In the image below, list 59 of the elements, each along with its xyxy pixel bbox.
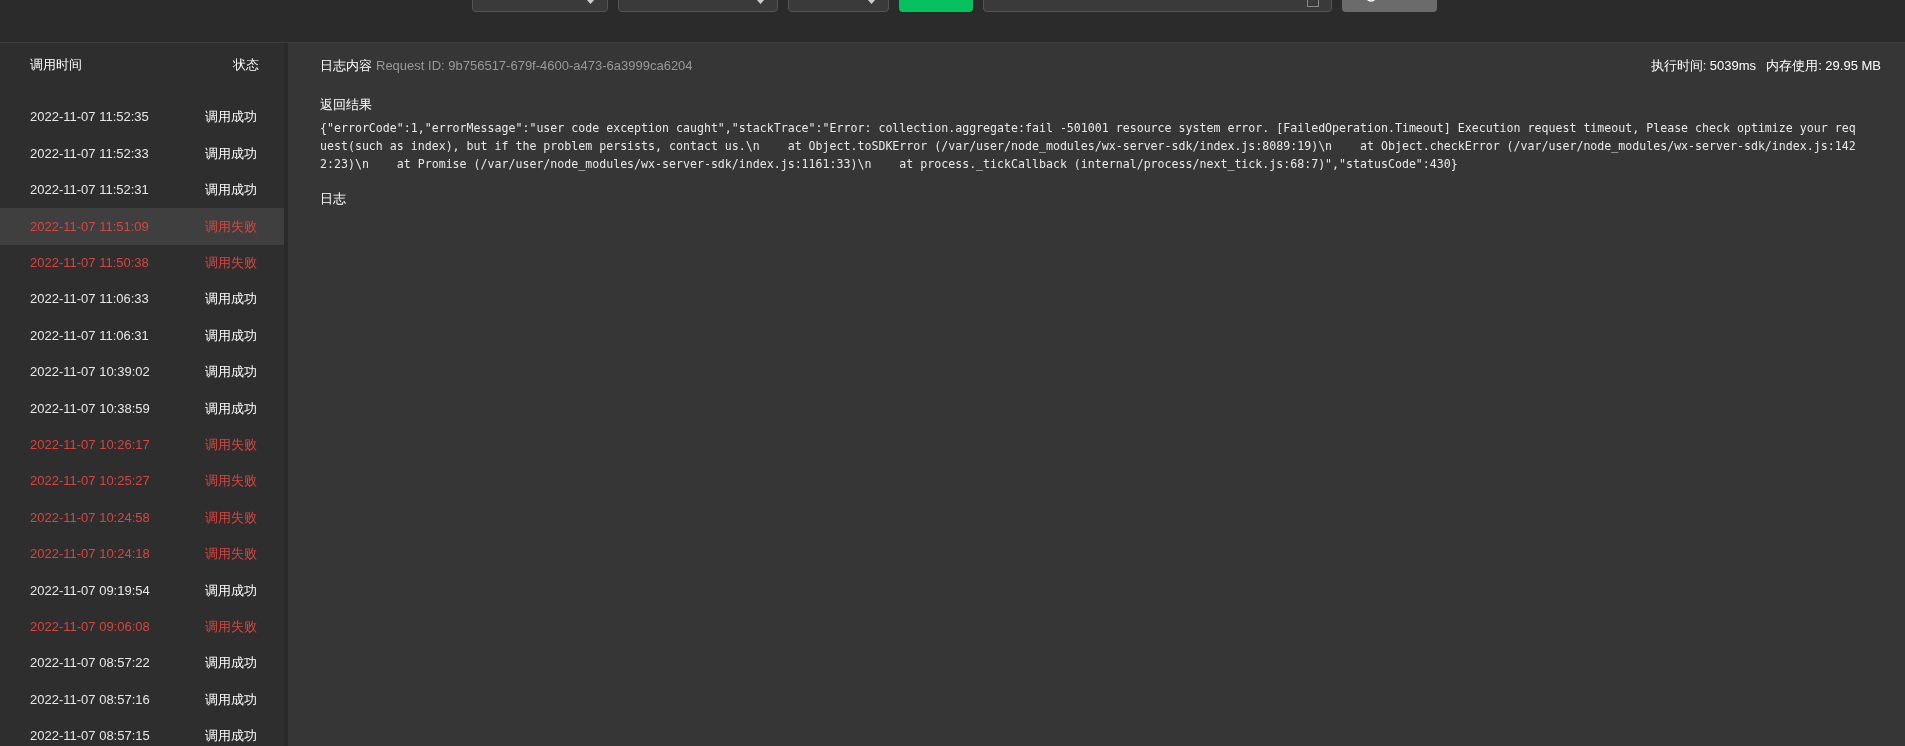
call-status: 调用成功 (205, 108, 257, 127)
call-status: 调用成功 (205, 144, 257, 163)
call-status: 调用成功 (205, 181, 257, 200)
call-time: 2022-11-07 10:24:58 (30, 508, 150, 527)
section-heading: 返回结果 (320, 96, 373, 114)
log-list-row[interactable]: 2022-11-07 09:19:54 调用成功 (0, 572, 288, 609)
call-time: 2022-11-07 11:06:31 (30, 326, 149, 345)
call-time: 2022-11-07 11:52:33 (30, 144, 149, 163)
call-time: 2022-11-07 09:06:08 (30, 617, 150, 636)
call-time: 2022-11-07 11:52:35 (30, 108, 149, 127)
call-time: 2022-11-07 10:25:27 (30, 472, 150, 491)
call-time: 2022-11-07 09:19:54 (30, 581, 150, 600)
log-list-row[interactable]: 2022-11-07 11:52:35 调用成功 (0, 99, 288, 136)
memory-usage: 内存使用: 29.95 MB (1766, 57, 1881, 76)
log-list-row[interactable]: 2022-11-07 08:57:15 调用成功 (0, 717, 288, 746)
call-status: 调用成功 (205, 290, 257, 309)
call-status: 调用失败 (205, 617, 257, 636)
log-list-row[interactable]: 2022-11-07 10:38:59 调用成功 (0, 390, 288, 427)
call-status: 调用成功 (205, 690, 257, 709)
section-heading: 日志 (320, 189, 347, 208)
log-list-row[interactable]: 2022-11-07 11:52:33 调用成功 (0, 135, 288, 172)
call-time: 2022-11-07 08:57:22 (30, 654, 150, 673)
request-id: Request ID: 9b756517-679f-4600-a473-6a3999ca6204 (376, 57, 693, 76)
call-time: 2022-11-07 10:38:59 (30, 399, 150, 418)
call-status: 调用失败 (205, 254, 257, 272)
log-title: 日志内容 (320, 57, 372, 76)
call-time: 2022-11-07 08:57:16 (30, 690, 150, 709)
result-text: {"errorCode":1,"errorMessage":"user code exception caught","stackTrace":"Error: collection.aggregate:fail -501001 resource system error. [FailedOperation.Timeout] Execution request timeout, Please check optimize your request(such as index), but if the problem persists, contact us.\n at Object.toSDKError (/var/user/node_modules/wx-server-sdk/index.js:8089:19)\n at Object.checkError (/var/user/node_modules/wx-server-sdk/index.js:1422:23)\n at Promise (/var/user/node_modules/wx-server-sdk/index.js:1161:33)\n at process._tickCallback (internal/process/next_tick.js:68:7)","statusCode":430} (320, 119, 1857, 173)
call-status: 调用失败 (205, 435, 257, 454)
caret-icon (867, 0, 876, 4)
caret-icon (586, 0, 595, 4)
call-status: 调用成功 (205, 326, 257, 345)
column-header: 状态 (233, 56, 259, 75)
call-time: 2022-11-07 10:26:17 (30, 435, 150, 454)
call-status: 调用成功 (205, 363, 257, 382)
call-status: 调用失败 (205, 472, 257, 491)
call-time: 2022-11-07 10:24:18 (30, 545, 150, 564)
call-time: 2022-11-07 11:06:33 (30, 290, 149, 309)
call-status: 调用成功 (205, 581, 257, 600)
call-time: 2022-11-07 11:52:31 (30, 181, 149, 200)
log-list-row[interactable]: 2022-11-07 11:06:33 调用成功 (0, 280, 288, 318)
call-time: 2022-11-07 08:57:15 (30, 727, 150, 746)
log-list-row[interactable]: 2022-11-07 11:06:31 调用成功 (0, 317, 288, 354)
call-status: 调用成功 (205, 399, 257, 418)
call-time: 2022-11-07 11:51:09 (30, 217, 149, 236)
call-time: 2022-11-07 10:39:02 (30, 363, 150, 382)
column-header: 调用时间 (30, 56, 82, 75)
call-status: 调用成功 (205, 727, 257, 746)
log-list-row[interactable]: 2022-11-07 08:57:16 调用成功 (0, 681, 288, 718)
call-time: 2022-11-07 11:50:38 (30, 254, 149, 272)
caret-icon (756, 0, 765, 4)
call-status: 调用成功 (205, 654, 257, 673)
log-list-row[interactable]: 2022-11-07 10:39:02 调用成功 (0, 353, 288, 391)
log-list-row[interactable]: 2022-11-07 08:57:22 调用成功 (0, 644, 288, 682)
call-status: 调用失败 (205, 217, 257, 236)
execution-time: 执行时间: 5039ms (1650, 57, 1757, 76)
log-list-row[interactable]: 2022-11-07 11:52:31 调用成功 (0, 171, 288, 209)
call-status: 调用失败 (205, 508, 257, 527)
call-status: 调用失败 (205, 545, 257, 564)
